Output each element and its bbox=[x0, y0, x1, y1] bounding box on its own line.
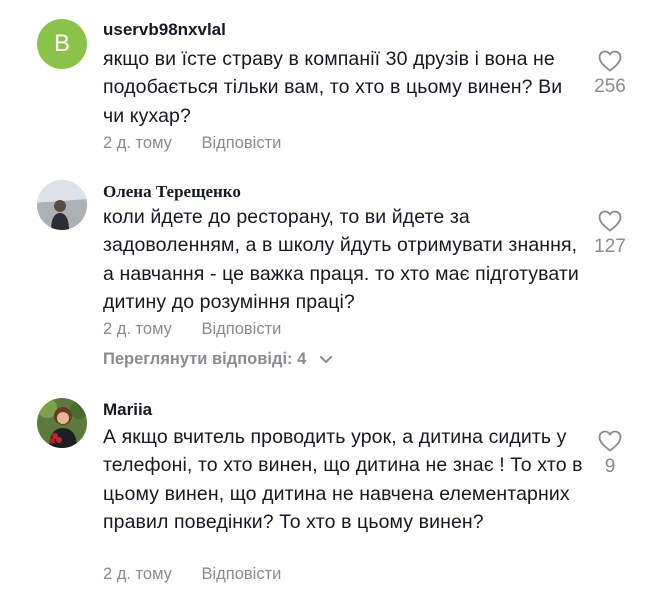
like-button[interactable]: 127 bbox=[585, 210, 635, 258]
comment-text: А якщо вчитель проводить урок, а дитина … bbox=[103, 426, 583, 534]
like-count: 9 bbox=[604, 456, 616, 477]
comment-username[interactable]: Mariia bbox=[103, 400, 152, 420]
heart-icon bbox=[598, 430, 622, 452]
like-button[interactable]: 256 bbox=[585, 50, 635, 98]
comment-text: коли йдете до ресторану, то ви йдете за … bbox=[103, 206, 579, 314]
reply-button[interactable]: Відповісти bbox=[201, 565, 281, 583]
heart-icon bbox=[598, 210, 622, 232]
like-count: 127 bbox=[594, 236, 626, 257]
comment-username[interactable]: Олена Терещенко bbox=[103, 182, 241, 202]
comment-meta: 2 д. тому Відповісти bbox=[103, 320, 281, 339]
avatar[interactable] bbox=[37, 180, 87, 230]
avatar-photo bbox=[37, 398, 87, 448]
heart-icon bbox=[598, 50, 622, 72]
like-count: 256 bbox=[594, 76, 626, 97]
comment-text: якщо ви їсте страву в компанії 30 друзів… bbox=[103, 48, 563, 127]
like-button[interactable]: 9 bbox=[585, 430, 635, 478]
avatar[interactable]: B bbox=[37, 19, 87, 69]
comment-time: 2 д. тому bbox=[103, 134, 172, 152]
comment-meta: 2 д. тому Відповісти bbox=[103, 134, 281, 153]
chevron-down-icon bbox=[319, 355, 332, 363]
reply-button[interactable]: Відповісти bbox=[201, 134, 281, 152]
comment-time: 2 д. тому bbox=[103, 565, 172, 583]
view-replies-button[interactable]: Переглянути відповіді: 4 bbox=[103, 350, 333, 369]
view-replies-label: Переглянути відповіді: 4 bbox=[103, 350, 307, 368]
avatar-photo bbox=[37, 180, 87, 230]
comment-meta: 2 д. тому Відповісти bbox=[103, 565, 281, 584]
avatar[interactable] bbox=[37, 398, 87, 448]
reply-button[interactable]: Відповісти bbox=[201, 320, 281, 338]
comment-username[interactable]: uservb98nxvlal bbox=[103, 20, 226, 40]
comment-time: 2 д. тому bbox=[103, 320, 172, 338]
